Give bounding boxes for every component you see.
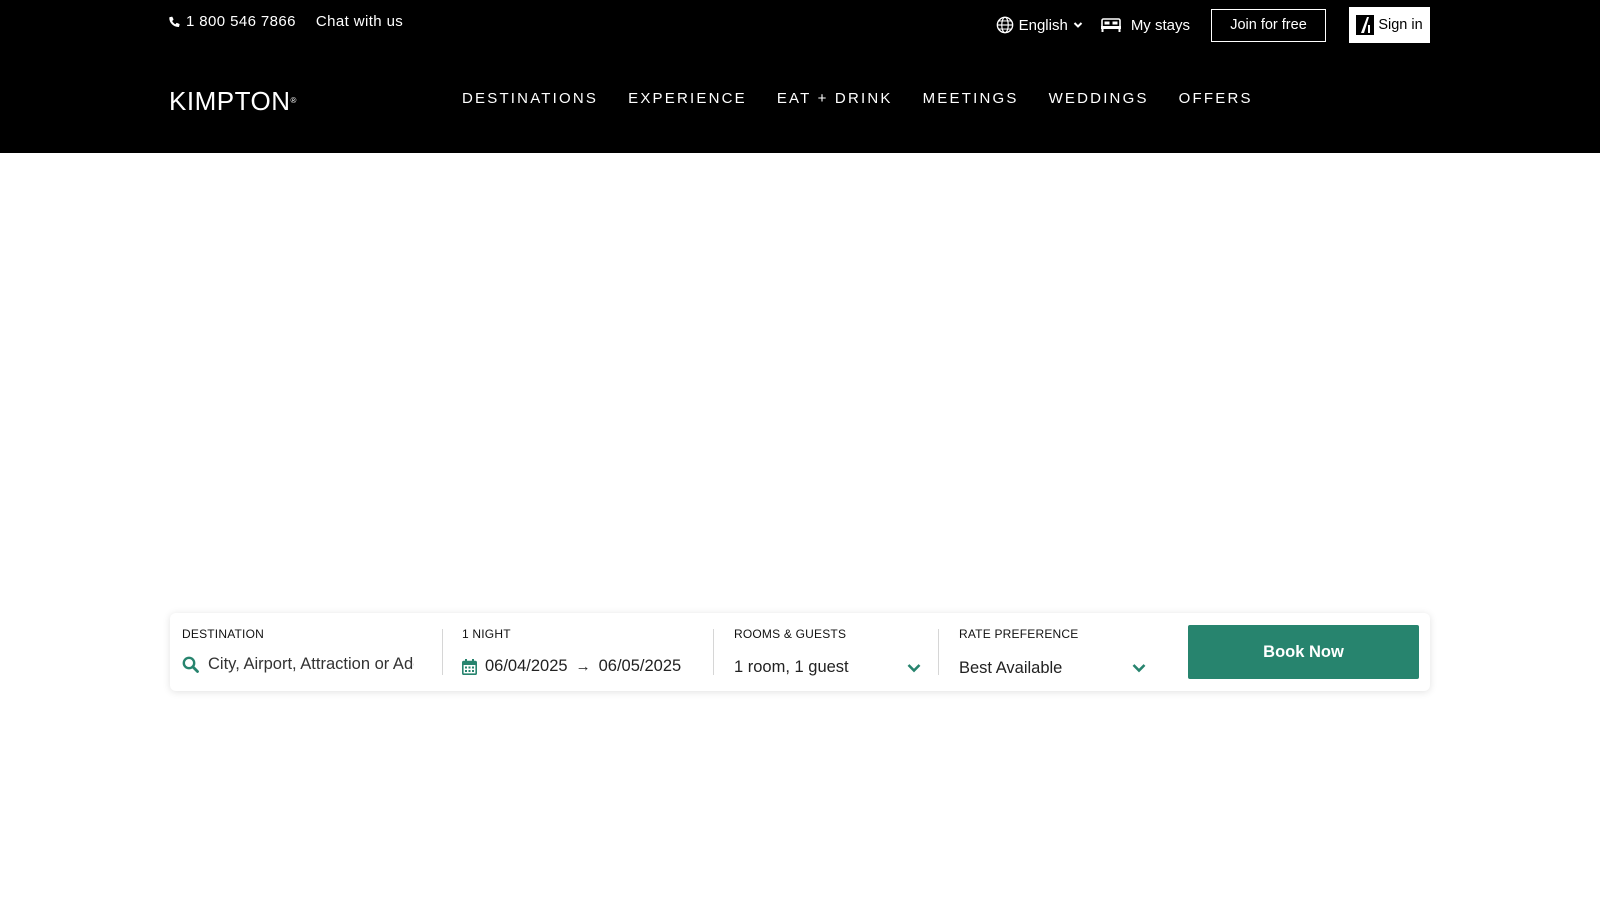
- chevron-down-icon: [907, 664, 921, 673]
- rate-preference-label: RATE PREFERENCE: [959, 627, 1079, 641]
- rooms-guests-value: 1 room, 1 guest: [734, 658, 849, 676]
- search-icon: [182, 656, 199, 673]
- phone-number: 1 800 546 7866: [186, 13, 296, 30]
- globe-icon: [996, 16, 1013, 34]
- my-stays-label: My stays: [1130, 16, 1190, 34]
- phone-link[interactable]: 1 800 546 7866: [169, 13, 296, 30]
- sign-in-label: Sign in: [1378, 17, 1423, 33]
- chat-link[interactable]: Chat with us: [316, 13, 403, 30]
- utility-left: 1 800 546 7866 Chat with us: [169, 13, 403, 30]
- rate-preference-value: Best Available: [959, 659, 1063, 677]
- destination-label: DESTINATION: [182, 627, 264, 641]
- main-nav: DESTINATIONS EXPERIENCE EAT + DRINK MEET…: [462, 90, 1253, 107]
- logo-text: KIMPTON: [169, 86, 291, 116]
- check-in-date[interactable]: 06/04/2025: [485, 657, 568, 676]
- join-button[interactable]: Join for free: [1211, 8, 1326, 42]
- destination-input[interactable]: [208, 655, 414, 674]
- chevron-down-icon: [1132, 664, 1146, 673]
- rooms-guests-field[interactable]: ROOMS & GUESTS 1 room, 1 guest: [734, 613, 922, 691]
- sign-in-button[interactable]: Sign in: [1349, 7, 1430, 43]
- language-selector[interactable]: English: [996, 16, 1083, 34]
- language-label: English: [1018, 16, 1068, 34]
- site-header: 1 800 546 7866 Chat with us English My s…: [0, 0, 1600, 153]
- nav-experience[interactable]: EXPERIENCE: [628, 90, 747, 107]
- divider: [442, 629, 443, 675]
- book-now-button[interactable]: Book Now: [1188, 625, 1419, 679]
- booking-bar: DESTINATION 1 NIGHT 06/04/2025 → 06/05/2…: [170, 613, 1430, 691]
- phone-icon: [169, 16, 180, 27]
- divider: [713, 629, 714, 675]
- divider: [938, 629, 939, 675]
- destination-input-wrap: [182, 655, 414, 674]
- nav-eat-drink[interactable]: EAT + DRINK: [777, 90, 893, 107]
- nav-offers[interactable]: OFFERS: [1179, 90, 1253, 107]
- calendar-icon: [462, 658, 477, 675]
- date-arrow: →: [575, 658, 591, 675]
- nav-destinations[interactable]: DESTINATIONS: [462, 90, 598, 107]
- ihg-logo-icon: [1356, 15, 1375, 35]
- rate-preference-field[interactable]: RATE PREFERENCE Best Available: [959, 613, 1147, 691]
- nav-meetings[interactable]: MEETINGS: [923, 90, 1019, 107]
- dates-field[interactable]: 1 NIGHT 06/04/2025 → 06/05/2025: [462, 613, 712, 691]
- chevron-down-icon: [1073, 22, 1083, 28]
- bed-icon: [1100, 18, 1121, 32]
- logo-registered-mark: ®: [290, 96, 297, 105]
- kimpton-logo[interactable]: KIMPTON®: [169, 88, 297, 114]
- nights-label: 1 NIGHT: [462, 627, 511, 641]
- dates-row: 06/04/2025 → 06/05/2025: [462, 657, 681, 676]
- utility-right: English My stays Join for free Sign in: [996, 7, 1430, 43]
- check-out-date[interactable]: 06/05/2025: [599, 657, 682, 676]
- nav-weddings[interactable]: WEDDINGS: [1049, 90, 1149, 107]
- my-stays-link[interactable]: My stays: [1100, 16, 1190, 34]
- rooms-guests-label: ROOMS & GUESTS: [734, 627, 847, 641]
- destination-field: DESTINATION: [182, 613, 422, 691]
